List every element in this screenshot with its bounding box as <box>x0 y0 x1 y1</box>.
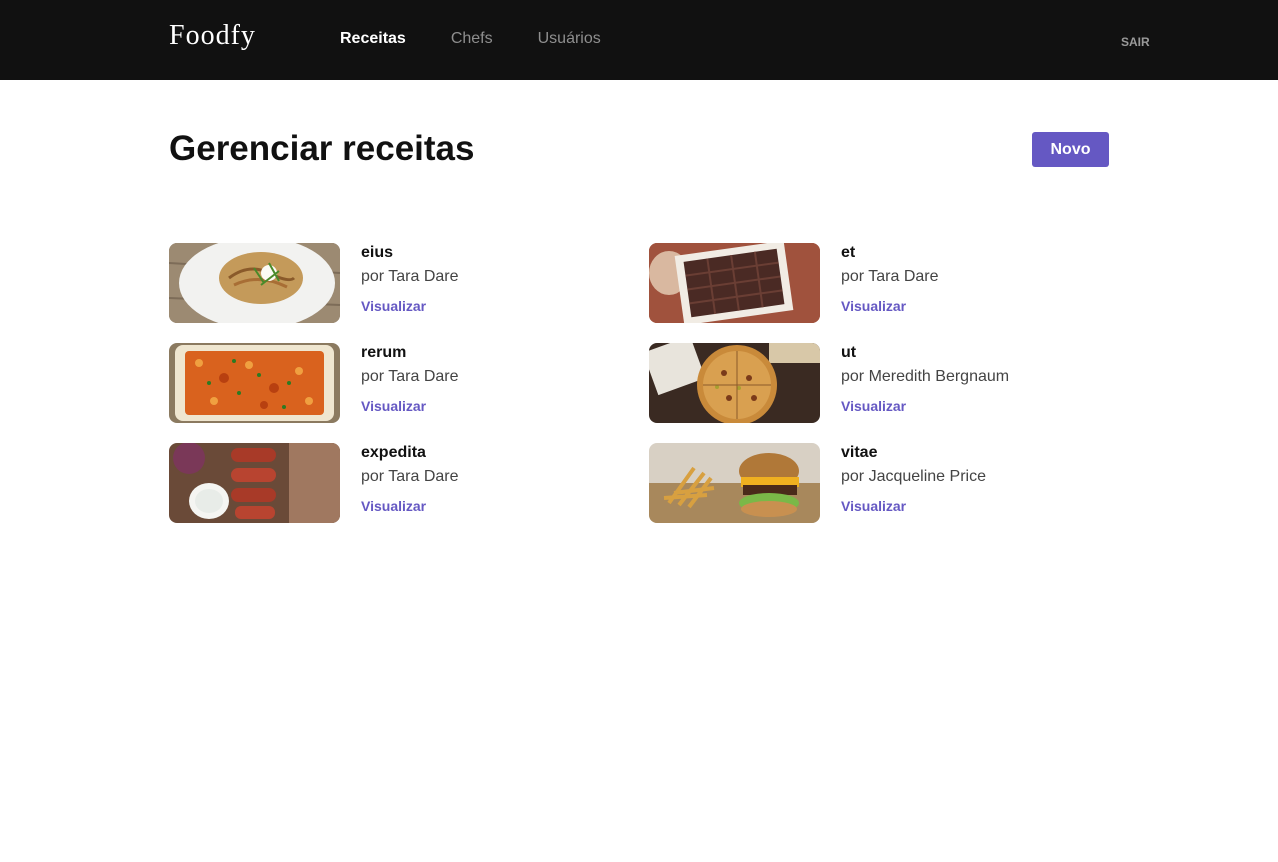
recipe-image-spaghetti[interactable] <box>169 243 340 323</box>
view-recipe-link[interactable]: Visualizar <box>841 298 906 314</box>
view-recipe-link[interactable]: Visualizar <box>361 398 426 414</box>
recipe-image-pizza[interactable] <box>649 343 820 423</box>
view-recipe-link[interactable]: Visualizar <box>841 398 906 414</box>
recipe-info: eius por Tara Dare Visualizar <box>361 244 459 316</box>
recipe-image-burger-fries[interactable] <box>649 443 820 523</box>
recipe-image-chocolate-box[interactable] <box>649 243 820 323</box>
recipe-card: et por Tara Dare Visualizar <box>649 243 1109 323</box>
recipe-card: vitae por Jacqueline Price Visualizar <box>649 443 1109 523</box>
page-title: Gerenciar receitas <box>169 129 475 168</box>
recipe-title: et <box>841 244 856 261</box>
view-recipe-link[interactable]: Visualizar <box>361 298 426 314</box>
recipe-card: eius por Tara Dare Visualizar <box>169 243 629 323</box>
view-recipe-link[interactable]: Visualizar <box>841 498 906 514</box>
recipe-card: ut por Meredith Bergnaum Visualizar <box>649 343 1109 423</box>
recipe-info: vitae por Jacqueline Price Visualizar <box>841 444 986 516</box>
recipe-image-baked-pasta[interactable] <box>169 343 340 423</box>
nav-link-receitas[interactable]: Receitas <box>340 30 406 48</box>
recipe-card: rerum por Tara Dare Visualizar <box>169 343 629 423</box>
recipe-author: por Tara Dare <box>841 268 939 285</box>
recipe-title: rerum <box>361 344 407 361</box>
logout-button[interactable]: SAIR <box>1121 35 1150 49</box>
recipe-author: por Tara Dare <box>361 468 459 485</box>
recipe-title: vitae <box>841 444 878 461</box>
nav-link-usuarios[interactable]: Usuários <box>538 30 601 48</box>
new-recipe-button[interactable]: Novo <box>1032 132 1109 167</box>
recipe-title: ut <box>841 344 857 361</box>
recipe-info: rerum por Tara Dare Visualizar <box>361 344 459 416</box>
top-navigation-bar: Foodfy Receitas Chefs Usuários SAIR <box>0 0 1278 80</box>
recipe-info: ut por Meredith Bergnaum Visualizar <box>841 344 1009 416</box>
recipe-author: por Meredith Bergnaum <box>841 368 1010 385</box>
recipe-author: por Jacqueline Price <box>841 468 986 485</box>
recipe-image-sausages[interactable] <box>169 443 340 523</box>
recipe-info: expedita por Tara Dare Visualizar <box>361 444 459 516</box>
main-nav: Receitas Chefs Usuários <box>340 30 601 48</box>
recipe-author: por Tara Dare <box>361 368 459 385</box>
nav-link-chefs[interactable]: Chefs <box>451 30 493 48</box>
recipe-info: et por Tara Dare Visualizar <box>841 244 939 316</box>
recipe-title: expedita <box>361 444 426 461</box>
recipe-title: eius <box>361 244 394 261</box>
recipe-card: expedita por Tara Dare Visualizar <box>169 443 629 523</box>
foodfy-logo[interactable]: Foodfy <box>169 20 256 52</box>
recipe-author: por Tara Dare <box>361 268 459 285</box>
view-recipe-link[interactable]: Visualizar <box>361 498 426 514</box>
